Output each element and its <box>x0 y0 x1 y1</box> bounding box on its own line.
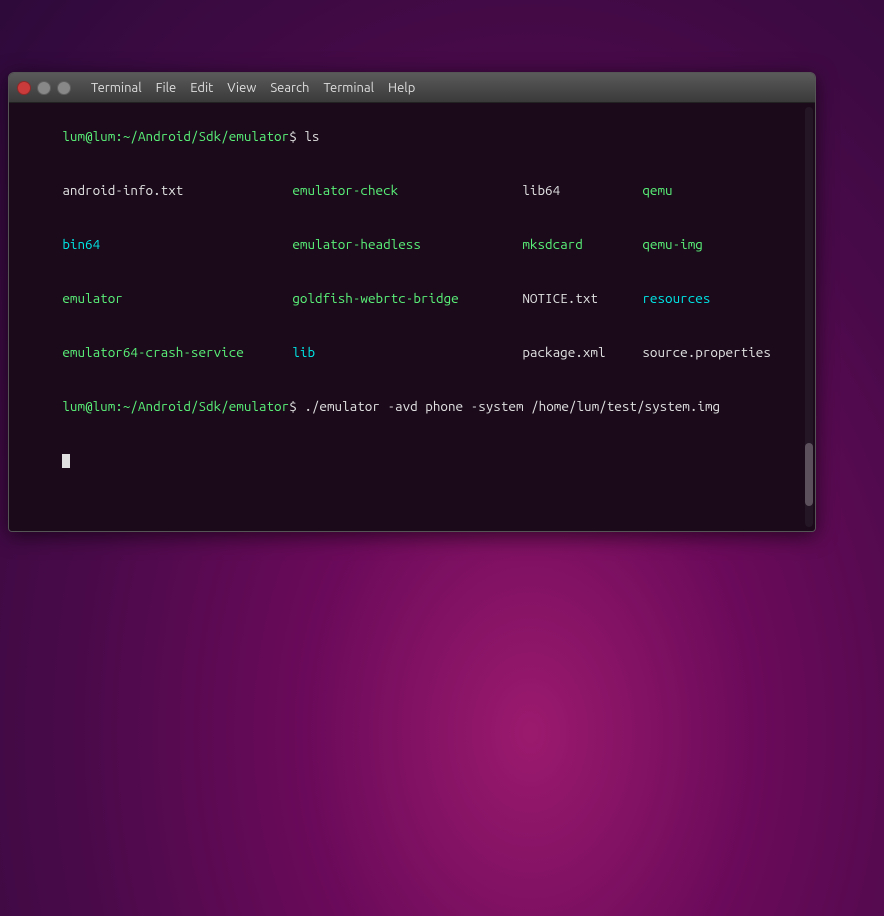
maximize-button[interactable] <box>57 81 71 95</box>
ls-file-emulator64: emulator64-crash-service <box>62 343 292 361</box>
menu-view[interactable]: View <box>221 79 262 97</box>
dollar-1: $ <box>289 128 304 144</box>
ls-file-resources: resources <box>642 290 710 306</box>
ls-file-bin64: bin64 <box>62 235 292 253</box>
menu-help[interactable]: Help <box>382 79 421 97</box>
terminal-body[interactable]: lum@lum:~/Android/Sdk/emulator$ ls andro… <box>9 103 815 531</box>
cursor <box>62 454 70 468</box>
menu-search[interactable]: Search <box>264 79 315 97</box>
ls-row-2: bin64emulator-headlessmksdcardqemu-img <box>17 217 807 271</box>
ls-file-lib: lib <box>292 343 522 361</box>
ls-row-1: android-info.txtemulator-checklib64qemu <box>17 163 807 217</box>
ls-file-package: package.xml <box>522 343 642 361</box>
scrollbar[interactable] <box>805 107 813 527</box>
ls-file-emulator: emulator <box>62 289 292 307</box>
ls-file-qemu: qemu <box>642 182 672 198</box>
ls-file-qemu-img: qemu-img <box>642 236 702 252</box>
ls-file-emulator-check: emulator-check <box>292 181 522 199</box>
terminal-window: Terminal File Edit View Search Terminal … <box>8 72 816 532</box>
dollar-2: $ <box>289 398 304 414</box>
minimize-button[interactable] <box>37 81 51 95</box>
prompt-2: lum@lum:~/Android/Sdk/emulator <box>62 398 289 414</box>
menubar: Terminal File Edit View Search Terminal … <box>85 79 807 97</box>
ls-file-lib64: lib64 <box>522 181 642 199</box>
ls-row-3: emulatorgoldfish-webrtc-bridgeNOTICE.txt… <box>17 271 807 325</box>
menu-file[interactable]: File <box>150 79 183 97</box>
ls-file-android-info: android-info.txt <box>62 181 292 199</box>
scrollbar-thumb[interactable] <box>805 443 813 506</box>
titlebar: Terminal File Edit View Search Terminal … <box>9 73 815 103</box>
menu-terminal2[interactable]: Terminal <box>317 79 380 97</box>
ls-row-4: emulator64-crash-servicelibpackage.xmlso… <box>17 325 807 379</box>
close-button[interactable] <box>17 81 31 95</box>
terminal-line-2: lum@lum:~/Android/Sdk/emulator$ ./emulat… <box>17 379 807 433</box>
menu-terminal[interactable]: Terminal <box>85 79 148 97</box>
cmd-2: ./emulator -avd phone -system /home/lum/… <box>304 398 720 414</box>
ls-file-emulator-headless: emulator-headless <box>292 235 522 253</box>
ls-file-mksdcard: mksdcard <box>522 235 642 253</box>
cmd-1: ls <box>304 128 319 144</box>
prompt-1: lum@lum:~/Android/Sdk/emulator <box>62 128 289 144</box>
menu-edit[interactable]: Edit <box>184 79 219 97</box>
ls-file-goldfish: goldfish-webrtc-bridge <box>292 289 522 307</box>
ls-file-notice: NOTICE.txt <box>522 289 642 307</box>
ls-file-source: source.properties <box>642 344 771 360</box>
terminal-line-1: lum@lum:~/Android/Sdk/emulator$ ls <box>17 109 807 163</box>
terminal-cursor-line <box>17 433 807 487</box>
